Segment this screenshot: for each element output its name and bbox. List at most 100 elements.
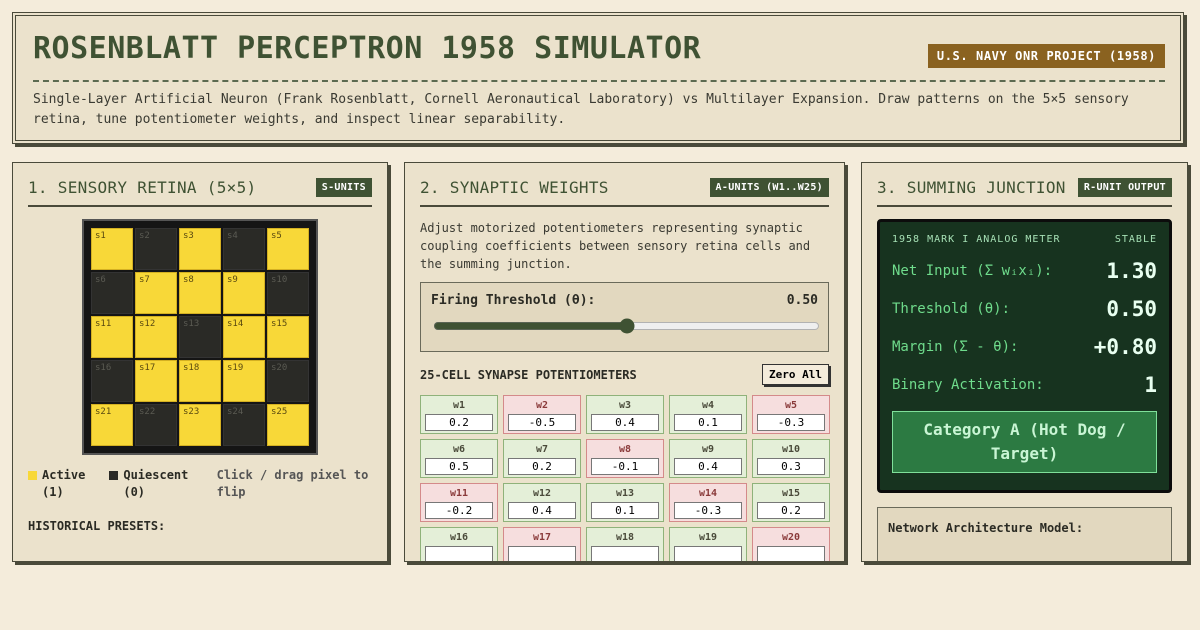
weight-input[interactable] <box>425 546 493 561</box>
retina-pixel[interactable]: s18 <box>179 360 221 402</box>
weight-cell: w11 <box>420 483 498 522</box>
retina-pixel[interactable]: s1 <box>91 228 133 270</box>
a-units-badge: A-UNITS (W1..W25) <box>709 178 829 197</box>
retina-pixel[interactable]: s11 <box>91 316 133 358</box>
meter-caption: 1958 MARK I ANALOG METER <box>892 234 1061 245</box>
weight-input[interactable] <box>591 502 659 519</box>
page-title: ROSENBLATT PERCEPTRON 1958 SIMULATOR <box>33 31 702 66</box>
retina-pixel[interactable]: s7 <box>135 272 177 314</box>
threshold-label: Firing Threshold (θ): <box>431 293 596 308</box>
weight-input[interactable] <box>757 414 825 431</box>
weight-label: w7 <box>535 444 549 455</box>
weight-input[interactable] <box>425 458 493 475</box>
retina-pixel[interactable]: s15 <box>267 316 309 358</box>
retina-pixel[interactable]: s12 <box>135 316 177 358</box>
weight-label: w8 <box>618 444 632 455</box>
retina-pixel[interactable]: s22 <box>135 404 177 446</box>
weight-input[interactable] <box>674 546 742 561</box>
weight-label: w19 <box>698 532 718 543</box>
retina-pixel[interactable]: s8 <box>179 272 221 314</box>
weight-input[interactable] <box>674 502 742 519</box>
r-unit-badge: R-UNIT OUTPUT <box>1077 178 1172 197</box>
retina-pixel[interactable]: s3 <box>179 228 221 270</box>
retina-pixel[interactable]: s14 <box>223 316 265 358</box>
retina-pixel[interactable]: s17 <box>135 360 177 402</box>
weight-cell: w13 <box>586 483 664 522</box>
retina-panel-header: 1. SENSORY RETINA (5×5) S-UNITS <box>28 178 372 207</box>
weight-input[interactable] <box>591 546 659 561</box>
weight-cell: w14 <box>669 483 747 522</box>
zero-all-button[interactable]: Zero All <box>762 364 829 385</box>
activation-value: 1 <box>1144 373 1157 397</box>
threshold-row: Firing Threshold (θ): 0.50 <box>431 293 818 308</box>
retina-pixel[interactable]: s2 <box>135 228 177 270</box>
threshold-control: Firing Threshold (θ): 0.50 <box>420 282 829 352</box>
weight-input[interactable] <box>591 458 659 475</box>
weight-label: w1 <box>452 400 466 411</box>
threshold-readout-value: 0.50 <box>1106 297 1157 321</box>
activation-row: Binary Activation: 1 <box>892 373 1157 397</box>
weight-label: w6 <box>452 444 466 455</box>
threshold-readout-label: Threshold (θ): <box>892 301 1011 317</box>
weight-label: w18 <box>615 532 635 543</box>
weight-input[interactable] <box>508 502 576 519</box>
weight-cell: w8 <box>586 439 664 478</box>
threshold-slider[interactable] <box>433 318 820 334</box>
retina-pixel[interactable]: s4 <box>223 228 265 270</box>
sensory-retina-grid[interactable]: s1 s2 s3 s4 s5 s6 s7 s8 s9 s10 s11 s12 s13 s14 s15 s16 s… <box>82 219 318 455</box>
weight-label: w14 <box>698 488 718 499</box>
retina-pixel[interactable]: s25 <box>267 404 309 446</box>
retina-pixel[interactable]: s16 <box>91 360 133 402</box>
weight-label: w17 <box>532 532 552 543</box>
activation-label: Binary Activation: <box>892 377 1044 393</box>
weight-label: w15 <box>781 488 801 499</box>
weight-label: w12 <box>532 488 552 499</box>
weight-input[interactable] <box>757 458 825 475</box>
synapse-header: 25-CELL SYNAPSE POTENTIOMETERS Zero All <box>420 364 829 385</box>
weight-cell: w7 <box>503 439 581 478</box>
margin-label: Margin (Σ - θ): <box>892 339 1019 355</box>
weight-input[interactable] <box>757 502 825 519</box>
weight-label: w3 <box>618 400 632 411</box>
retina-pixel[interactable]: s5 <box>267 228 309 270</box>
weight-input[interactable] <box>508 458 576 475</box>
weight-cell: w5 <box>752 395 830 434</box>
weight-input[interactable] <box>674 458 742 475</box>
weight-cell: w19 <box>669 527 747 561</box>
retina-pixel[interactable]: s19 <box>223 360 265 402</box>
retina-pixel[interactable]: s21 <box>91 404 133 446</box>
retina-pixel[interactable]: s6 <box>91 272 133 314</box>
retina-pixel[interactable]: s10 <box>267 272 309 314</box>
architecture-box: Network Architecture Model: <box>877 507 1172 561</box>
net-input-row: Net Input (Σ wᵢxᵢ): 1.30 <box>892 259 1157 283</box>
weight-input[interactable] <box>591 414 659 431</box>
weight-cell: w18 <box>586 527 664 561</box>
weight-label: w9 <box>701 444 715 455</box>
retina-pixel[interactable]: s24 <box>223 404 265 446</box>
weight-cell: w10 <box>752 439 830 478</box>
weight-input[interactable] <box>508 414 576 431</box>
weight-input[interactable] <box>425 502 493 519</box>
retina-pixel[interactable]: s23 <box>179 404 221 446</box>
weight-cell: w17 <box>503 527 581 561</box>
weight-input[interactable] <box>674 414 742 431</box>
meter-status: STABLE <box>1114 234 1157 245</box>
threshold-value: 0.50 <box>786 293 818 308</box>
retina-pixel[interactable]: s13 <box>179 316 221 358</box>
retina-panel: 1. SENSORY RETINA (5×5) S-UNITS s1 s2 s3 s4… <box>12 162 388 562</box>
legend-active: Active (1) <box>28 467 99 501</box>
retina-pixel[interactable]: s20 <box>267 360 309 402</box>
weight-input[interactable] <box>425 414 493 431</box>
active-swatch-icon <box>28 471 37 480</box>
weight-label: w2 <box>535 400 549 411</box>
synapse-potentiometer-grid: w1 w2 w3 w4 w5 w6 w7 w8 w9 w10 w11 w12 w13 w14 w15 w16 w… <box>420 395 830 561</box>
weights-description: Adjust motorized potentiometers represen… <box>420 221 811 271</box>
weight-label: w5 <box>784 400 798 411</box>
weight-input[interactable] <box>508 546 576 561</box>
weight-input[interactable] <box>757 546 825 561</box>
weight-cell: w9 <box>669 439 747 478</box>
legend-active-label: Active (1) <box>42 468 86 499</box>
retina-pixel[interactable]: s9 <box>223 272 265 314</box>
weights-panel: 2. SYNAPTIC WEIGHTS A-UNITS (W1..W25) Ad… <box>404 162 845 562</box>
page-subtitle: Single-Layer Artificial Neuron (Frank Ro… <box>33 92 1129 127</box>
